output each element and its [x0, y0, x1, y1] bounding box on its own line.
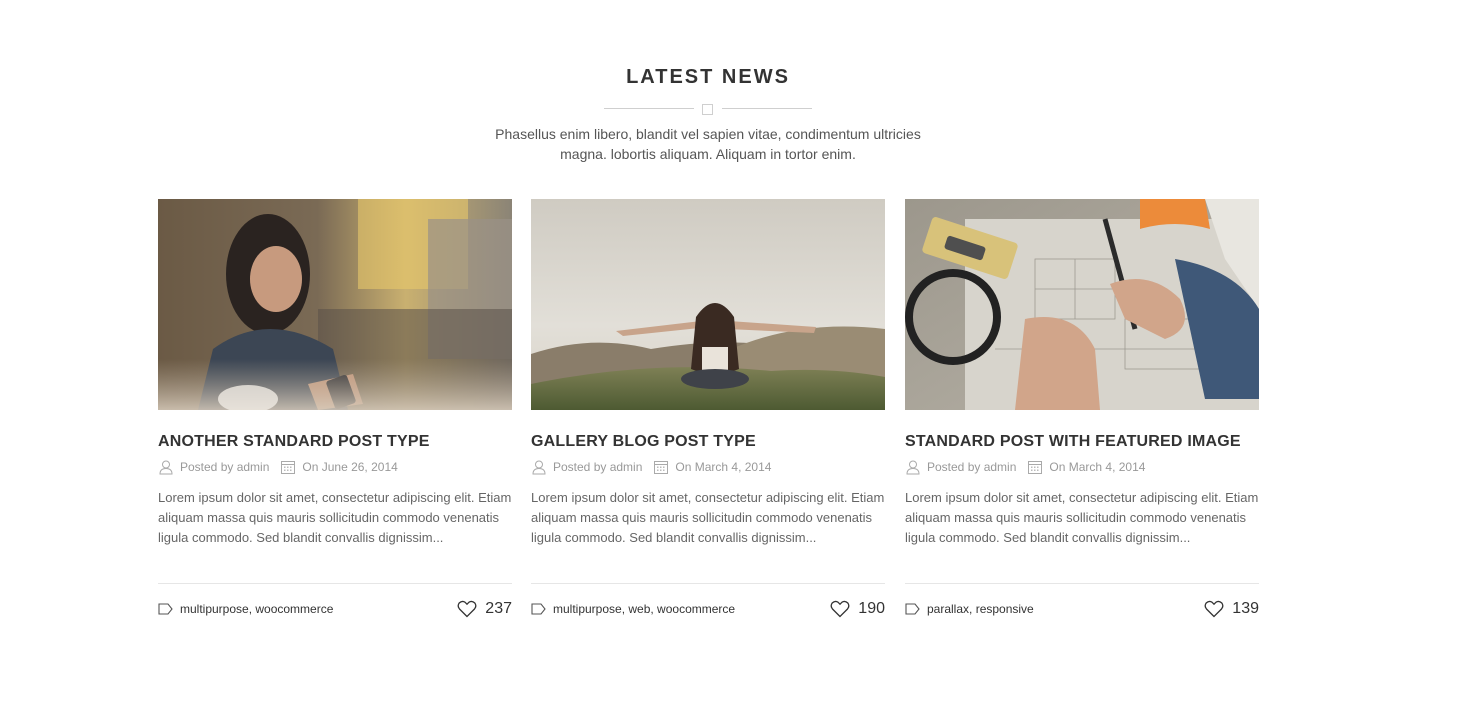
- post-title[interactable]: GALLERY BLOG POST TYPE: [531, 432, 885, 452]
- post-tags: parallax, responsive: [905, 602, 1034, 616]
- post-meta: Posted by admin On March 4, 2014: [905, 458, 1259, 476]
- post-excerpt: Lorem ipsum dolor sit amet, consectetur …: [158, 490, 512, 545]
- post-excerpt: Lorem ipsum dolor sit amet, consectetur …: [531, 490, 885, 545]
- post-title[interactable]: STANDARD POST WITH FEATURED IMAGE: [905, 432, 1259, 452]
- post-author[interactable]: Posted by admin: [180, 460, 269, 474]
- like-count: 237: [485, 599, 512, 617]
- tag-icon: [531, 602, 546, 615]
- post-card: GALLERY BLOG POST TYPE Posted by admin O…: [531, 199, 885, 623]
- like-button[interactable]: 237: [457, 600, 512, 618]
- title-divider: [604, 103, 812, 115]
- user-icon: [158, 459, 174, 475]
- woman-hilltop-image: [531, 199, 885, 410]
- post-thumbnail[interactable]: [158, 199, 512, 410]
- post-tags: multipurpose, woocommerce: [158, 602, 333, 616]
- post-footer: multipurpose, web, woocommerce 190: [531, 583, 885, 623]
- post-tags: multipurpose, web, woocommerce: [531, 602, 735, 616]
- post-meta: Posted by admin On June 26, 2014: [158, 458, 512, 476]
- post-tag-list[interactable]: multipurpose, web, woocommerce: [553, 602, 735, 616]
- tag-icon: [158, 602, 173, 615]
- post-thumbnail[interactable]: [905, 199, 1259, 410]
- post-author[interactable]: Posted by admin: [927, 460, 1016, 474]
- like-count: 139: [1232, 599, 1259, 617]
- calendar-icon: [1027, 459, 1043, 475]
- post-title[interactable]: ANOTHER STANDARD POST TYPE: [158, 432, 512, 452]
- user-icon: [531, 459, 547, 475]
- post-tag-list[interactable]: multipurpose, woocommerce: [180, 602, 333, 616]
- post-tag-list[interactable]: parallax, responsive: [927, 602, 1034, 616]
- like-count: 190: [858, 599, 885, 617]
- post-date: On March 4, 2014: [675, 460, 772, 474]
- calendar-icon: [653, 459, 669, 475]
- section-intro: Phasellus enim libero, blandit vel sapie…: [495, 126, 921, 162]
- post-card: ANOTHER STANDARD POST TYPE Posted by adm…: [158, 199, 512, 623]
- heart-icon: [1204, 600, 1224, 618]
- post-date: On June 26, 2014: [302, 460, 398, 474]
- section-title: LATEST NEWS: [626, 66, 790, 88]
- woman-cafe-image: [158, 199, 512, 410]
- user-icon: [905, 459, 921, 475]
- post-date: On March 4, 2014: [1049, 460, 1146, 474]
- like-button[interactable]: 190: [830, 600, 885, 618]
- calendar-icon: [280, 459, 296, 475]
- post-footer: multipurpose, woocommerce 237: [158, 583, 512, 623]
- post-footer: parallax, responsive 139: [905, 583, 1259, 623]
- like-button[interactable]: 139: [1204, 600, 1259, 618]
- post-author[interactable]: Posted by admin: [553, 460, 642, 474]
- divider-square-icon: [702, 104, 713, 115]
- post-card: STANDARD POST WITH FEATURED IMAGE Posted…: [905, 199, 1259, 623]
- post-thumbnail[interactable]: [531, 199, 885, 410]
- post-meta: Posted by admin On March 4, 2014: [531, 458, 885, 476]
- heart-icon: [457, 600, 477, 618]
- tag-icon: [905, 602, 920, 615]
- architect-blueprint-image: [905, 199, 1259, 410]
- post-excerpt: Lorem ipsum dolor sit amet, consectetur …: [905, 490, 1259, 545]
- heart-icon: [830, 600, 850, 618]
